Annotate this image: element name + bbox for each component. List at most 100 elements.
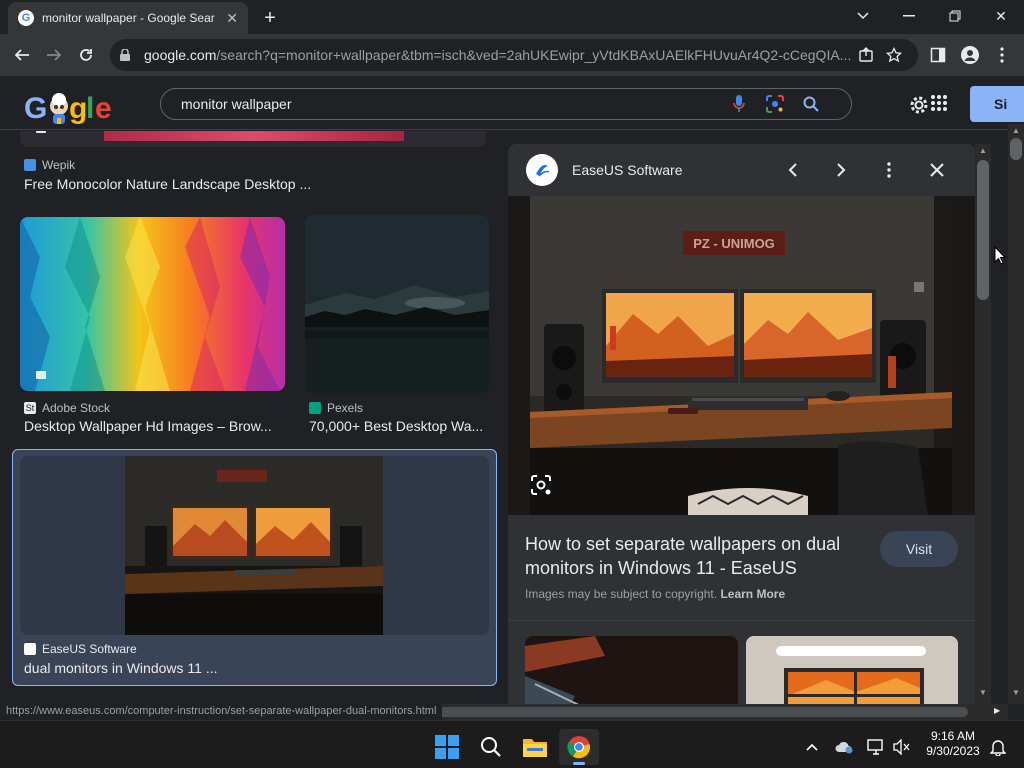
result-image-wepik[interactable] <box>20 131 486 147</box>
result-image-pexels[interactable] <box>305 215 489 393</box>
previous-chevron-icon[interactable] <box>779 156 807 184</box>
address-bar[interactable]: google.com/search?q=monitor+wallpaper&tb… <box>110 39 918 71</box>
tab-close-icon[interactable]: ✕ <box>226 10 238 27</box>
scroll-right-arrow-icon[interactable]: ▶ <box>994 706 1000 715</box>
windows-start-icon[interactable] <box>427 729 467 765</box>
profile-avatar-icon[interactable] <box>956 41 984 69</box>
image-results-grid: Wepik Free Monocolor Nature Landscape De… <box>0 131 500 704</box>
wepik-favicon-icon <box>24 159 36 171</box>
page-scrollbar[interactable]: ▲ ▼ <box>1008 124 1024 704</box>
clock-time: 9:16 AM <box>930 729 976 743</box>
more-options-icon[interactable] <box>875 156 903 184</box>
network-monitor-icon[interactable] <box>864 729 888 765</box>
scroll-up-arrow-icon[interactable]: ▲ <box>1012 126 1020 135</box>
lock-icon[interactable] <box>120 49 136 61</box>
scroll-down-arrow-icon[interactable]: ▼ <box>979 688 987 697</box>
mouse-cursor-icon <box>994 246 1006 266</box>
search-input[interactable] <box>181 96 721 112</box>
svg-text:l: l <box>86 92 93 125</box>
reload-icon[interactable] <box>72 41 100 69</box>
close-preview-icon[interactable] <box>923 156 951 184</box>
close-window-button[interactable]: ✕ <box>978 2 1024 30</box>
search-icon[interactable] <box>793 90 829 118</box>
active-app-indicator <box>573 762 585 765</box>
related-image-1[interactable] <box>525 636 738 704</box>
system-clock[interactable]: 9:16 AM 9/30/2023 <box>918 729 988 759</box>
result-source[interactable]: Wepik <box>24 158 75 172</box>
tray-overflow-chevron-icon[interactable] <box>800 729 824 765</box>
volume-muted-icon[interactable] <box>890 729 914 765</box>
chrome-taskbar-icon[interactable] <box>559 729 599 765</box>
taskbar-search-icon[interactable] <box>471 729 511 765</box>
scroll-up-arrow-icon[interactable]: ▲ <box>979 146 987 155</box>
voice-search-mic-icon[interactable] <box>721 90 757 118</box>
minimize-button[interactable] <box>886 2 932 30</box>
google-lens-icon[interactable] <box>757 90 793 118</box>
easeus-logo-icon[interactable] <box>526 154 558 186</box>
result-title[interactable]: Free Monocolor Nature Landscape Desktop … <box>24 176 484 192</box>
result-source[interactable]: Pexels <box>309 401 363 415</box>
pexels-favicon-icon <box>309 402 321 414</box>
back-arrow-icon[interactable] <box>8 41 36 69</box>
google-doodle-logo[interactable]: G g l e <box>24 88 120 128</box>
sign-in-button[interactable]: Si <box>970 86 1024 122</box>
related-image-2[interactable] <box>746 636 958 704</box>
restore-button[interactable] <box>932 2 978 30</box>
onedrive-cloud-icon[interactable] <box>832 729 856 765</box>
preview-title[interactable]: How to set separate wallpapers on dual m… <box>525 532 865 580</box>
copyright-text: Images may be subject to copyright. <box>525 587 718 601</box>
chrome-menu-icon[interactable] <box>988 41 1016 69</box>
preview-site-name[interactable]: EaseUS Software <box>572 162 683 178</box>
clock-date: 9/30/2023 <box>926 744 980 758</box>
result-image-adobe-stock[interactable] <box>20 217 285 391</box>
preview-image[interactable]: PZ - UNIMOG <box>508 196 975 515</box>
browser-toolbar: google.com/search?q=monitor+wallpaper&tb… <box>0 34 1024 76</box>
preview-scroll-thumb[interactable] <box>977 160 989 300</box>
source-label: Pexels <box>327 401 364 415</box>
tab-strip: G monitor wallpaper - Google Sear ✕ + ✕ <box>0 0 1024 34</box>
google-header: G g l e Si <box>0 76 1024 130</box>
svg-text:e: e <box>95 92 111 125</box>
lens-search-icon[interactable] <box>530 474 554 498</box>
divider <box>508 620 975 621</box>
google-favicon-icon: G <box>18 10 34 26</box>
side-panel-icon[interactable] <box>924 41 952 69</box>
page-scroll-thumb[interactable] <box>1010 138 1022 160</box>
learn-more-link[interactable]: Learn More <box>720 587 785 601</box>
result-title[interactable]: dual monitors in Windows 11 ... <box>24 660 484 676</box>
google-apps-grid-icon[interactable] <box>930 94 950 114</box>
next-chevron-icon[interactable] <box>827 156 855 184</box>
browser-tab[interactable]: G monitor wallpaper - Google Sear ✕ <box>8 2 248 34</box>
result-title[interactable]: Desktop Wallpaper Hd Images – Brow... <box>24 418 286 434</box>
tab-title: monitor wallpaper - Google Sear <box>42 11 215 25</box>
result-source[interactable]: St Adobe Stock <box>24 401 110 415</box>
wall-sign-text: PZ - UNIMOG <box>693 236 775 251</box>
tab-search-chevron-icon[interactable] <box>840 2 886 30</box>
source-label: Wepik <box>42 158 76 172</box>
svg-text:g: g <box>69 92 86 125</box>
copyright-notice: Images may be subject to copyright. Lear… <box>525 587 785 601</box>
adobe-favicon-icon: St <box>24 402 36 414</box>
search-box[interactable] <box>160 88 852 120</box>
result-image-easeus[interactable] <box>20 456 489 635</box>
svg-text:G: G <box>24 92 46 125</box>
link-status-bubble: https://www.easeus.com/computer-instruct… <box>0 703 443 720</box>
url-text[interactable]: google.com/search?q=monitor+wallpaper&tb… <box>144 47 852 63</box>
preview-header: EaseUS Software <box>508 144 975 196</box>
notification-bell-icon[interactable] <box>986 729 1010 765</box>
new-tab-button[interactable]: + <box>258 6 282 30</box>
forward-arrow-icon[interactable] <box>40 41 68 69</box>
file-explorer-icon[interactable] <box>515 729 555 765</box>
result-source[interactable]: EaseUS Software <box>24 642 137 656</box>
image-badge-icon <box>36 131 46 133</box>
scroll-down-arrow-icon[interactable]: ▼ <box>1012 688 1020 697</box>
image-preview-panel: EaseUS Software PZ - UNIMOG How to set s… <box>508 144 975 704</box>
bookmark-star-icon[interactable] <box>880 41 908 69</box>
share-icon[interactable] <box>852 41 880 69</box>
source-label: EaseUS Software <box>42 642 137 656</box>
windows-taskbar: 9:16 AM 9/30/2023 <box>0 720 1024 768</box>
visit-button[interactable]: Visit <box>880 531 958 567</box>
result-title[interactable]: 70,000+ Best Desktop Wa... <box>309 418 489 434</box>
preview-scrollbar[interactable]: ▲ ▼ <box>975 144 991 704</box>
settings-gear-icon[interactable] <box>908 94 932 118</box>
